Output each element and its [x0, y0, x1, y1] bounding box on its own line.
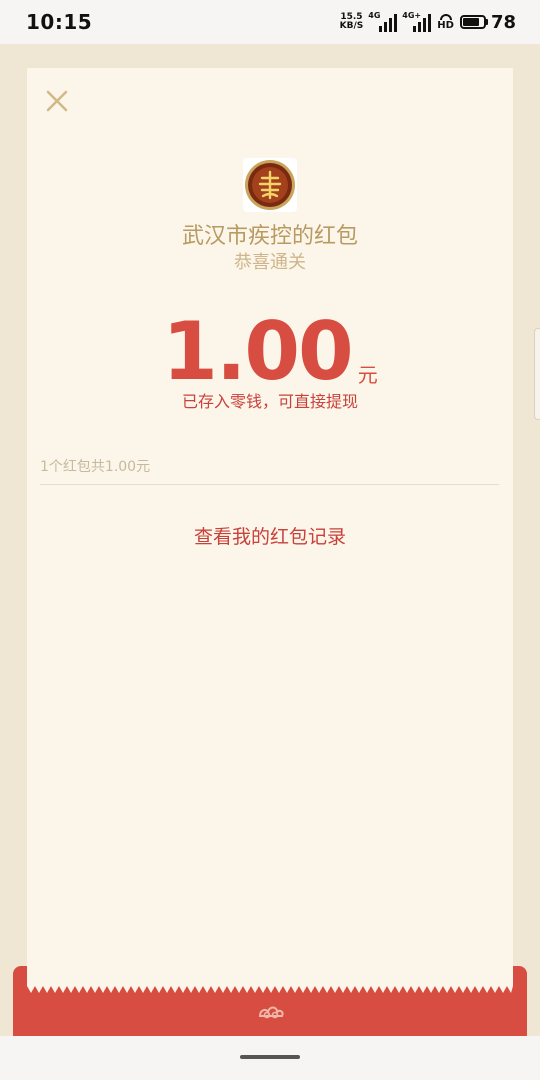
status-icons: 15.5 KB/S 4G 4G+ HD 78: [340, 11, 516, 33]
sim2-network-tag: 4G+: [402, 11, 422, 20]
network-speed-unit: KB/S: [339, 21, 364, 31]
divider: [40, 484, 499, 485]
packet-summary: 1个红包共1.00元: [40, 459, 151, 475]
sim1-signal-icon: 4G: [368, 11, 398, 32]
battery-fill: [462, 18, 479, 26]
status-bar: 10:15 15.5 KB/S 4G 4G+ HD 78: [0, 0, 540, 44]
amount-value: 1.00: [162, 305, 353, 398]
amount-row: 1.00 元: [0, 302, 540, 392]
sim2-signal-icon: 4G+: [402, 11, 432, 32]
home-indicator[interactable]: [240, 1055, 300, 1059]
battery-level: 78: [490, 11, 516, 33]
network-speed-indicator: 15.5 KB/S: [340, 13, 364, 31]
greeting-message: 恭喜通关: [234, 252, 306, 273]
hd-voice-icon: HD: [437, 13, 454, 31]
status-time: 10:15: [26, 10, 93, 34]
saved-to-wallet-note: 已存入零钱，可直接提现: [181, 392, 358, 411]
sim1-network-tag: 4G: [368, 11, 381, 20]
amount-unit: 元: [357, 363, 378, 387]
sender-title: 武汉市疾控的红包: [181, 224, 358, 249]
edge-panel-handle[interactable]: [534, 328, 540, 420]
sender-avatar: [243, 158, 297, 212]
cloud-logo-icon: [258, 1006, 284, 1019]
battery-icon: 78: [459, 11, 516, 33]
view-records-link[interactable]: 查看我的红包记录: [0, 522, 540, 549]
hd-label: HD: [437, 20, 454, 31]
close-icon[interactable]: [44, 88, 70, 114]
card-zigzag-edge: [27, 986, 513, 993]
